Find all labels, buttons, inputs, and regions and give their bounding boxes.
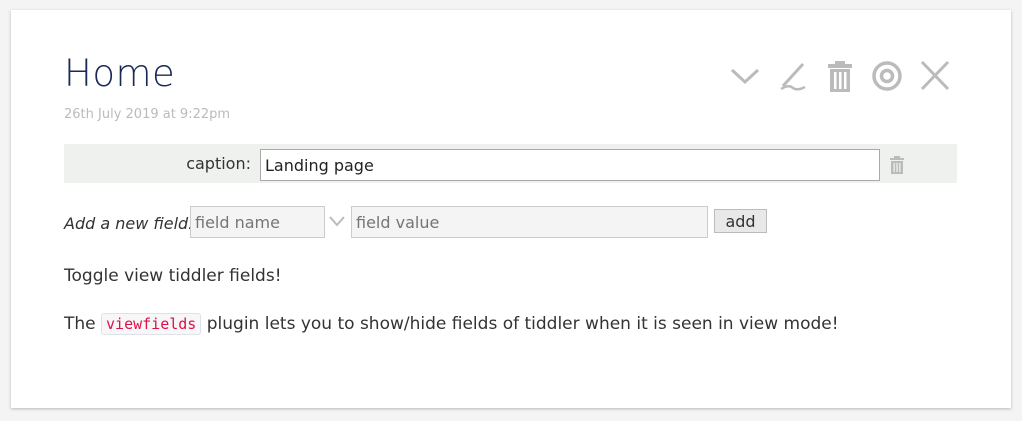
trash-icon [828, 61, 852, 92]
field-value-input[interactable] [351, 206, 708, 238]
close-icon [920, 60, 950, 91]
code-span: viewfields [101, 313, 202, 335]
tiddler-frame: Home 26th July 2019 at 9:22pm caption: L… [11, 10, 1011, 408]
target-icon [872, 61, 902, 91]
tiddler-subtitle: 26th July 2019 at 9:22pm [64, 107, 231, 122]
body-paragraph: Toggle view tiddler fields! [64, 266, 282, 286]
field-label: caption: [186, 154, 251, 173]
text-span: plugin lets you to show/hide fields of t… [201, 314, 839, 334]
more-actions-button[interactable] [727, 58, 763, 94]
field-row-caption: caption: [64, 144, 957, 183]
add-field-label: Add a new field: [64, 214, 194, 233]
trash-icon[interactable] [889, 156, 905, 174]
body-paragraph: The viewfields plugin lets you to show/h… [64, 313, 839, 335]
edit-button[interactable] [775, 58, 811, 94]
caption-field-input[interactable] [260, 149, 880, 181]
add-field-button[interactable]: add [714, 209, 767, 233]
permalink-button[interactable] [869, 58, 905, 94]
pencil-icon [780, 62, 806, 91]
close-button[interactable] [917, 58, 953, 94]
delete-button[interactable] [822, 58, 858, 94]
chevron-down-icon [730, 68, 760, 85]
text-span: The [64, 314, 102, 334]
chevron-down-icon[interactable] [328, 214, 346, 228]
field-name-input[interactable] [190, 206, 325, 238]
tiddler-title: Home [64, 52, 176, 95]
